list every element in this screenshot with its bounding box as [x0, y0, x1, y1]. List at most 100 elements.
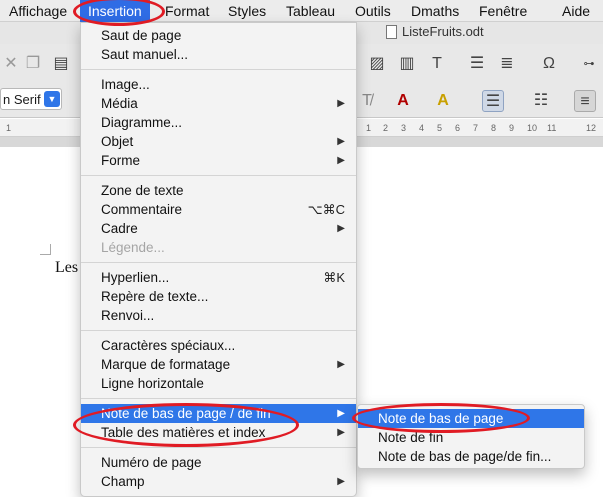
menu-item[interactable]: Table des matières et index ▶: [81, 423, 356, 442]
menu-separator: [81, 262, 356, 263]
menu-item-shortcut: ⌘K: [323, 270, 345, 285]
chevron-right-icon: ▶: [337, 359, 345, 370]
bullet-list-icon[interactable]: ☰: [482, 90, 504, 112]
menu-item-label: Média: [101, 96, 138, 111]
ruler-tick: 5: [437, 123, 443, 133]
menu-affichage[interactable]: Affichage: [9, 0, 67, 22]
menu-item-label: Objet: [101, 134, 134, 149]
numbered-list-icon[interactable]: ☷: [530, 90, 552, 112]
insert-field-icon[interactable]: ≣: [496, 53, 518, 75]
footnote-submenu: Note de bas de page Note de fin Note de ba…: [357, 404, 585, 469]
menu-item-label: Marque de formatage: [101, 357, 231, 372]
menu-outils[interactable]: Outils: [355, 0, 391, 22]
ruler-tick: 12: [586, 123, 597, 133]
ruler-tick: 11: [547, 123, 557, 133]
menu-item[interactable]: Média ▶: [81, 94, 356, 113]
align-left-icon[interactable]: ≡: [574, 90, 596, 112]
chevron-right-icon: ▶: [337, 98, 345, 109]
hyperlink-icon[interactable]: ⊶: [578, 53, 600, 75]
menu-item-label: Repère de texte...: [101, 289, 209, 304]
menu-item-label: Image...: [101, 77, 150, 92]
menu-item[interactable]: Renvoi...: [81, 306, 356, 325]
chevron-down-icon[interactable]: ▼: [44, 91, 60, 107]
menu-item[interactable]: Ligne horizontale: [81, 374, 356, 393]
insert-image-icon[interactable]: ▨: [366, 53, 388, 75]
menu-item[interactable]: Cadre ▶: [81, 219, 356, 238]
submenu-item[interactable]: Note de bas de page/de fin...: [358, 447, 584, 466]
chevron-right-icon: ▶: [337, 223, 345, 234]
menu-item-label: Note de bas de page / de fin: [101, 406, 271, 421]
document-body-text[interactable]: Les: [55, 259, 78, 277]
menu-item[interactable]: Caractères spéciaux...: [81, 336, 356, 355]
highlight-color-icon[interactable]: A: [432, 90, 454, 112]
menu-separator: [81, 398, 356, 399]
menu-separator: [81, 69, 356, 70]
cut-icon[interactable]: ✕: [0, 53, 22, 75]
ruler-tick: 3: [401, 123, 407, 133]
menu-item[interactable]: Forme ▶: [81, 151, 356, 170]
menu-item[interactable]: Objet ▶: [81, 132, 356, 151]
menu-format[interactable]: Format: [165, 0, 209, 22]
insert-menu: Saut de page Saut manuel... Image... Média ▶…: [80, 22, 357, 497]
chevron-right-icon: ▶: [337, 155, 345, 166]
menu-item: Légende...: [81, 238, 356, 257]
menu-separator: [81, 447, 356, 448]
menu-item-label: Forme: [101, 153, 141, 168]
ruler-tick: 7: [473, 123, 479, 133]
chevron-right-icon: ▶: [337, 427, 345, 438]
menu-item-shortcut: ⌥⌘C: [307, 202, 345, 217]
ruler-tick: 10: [527, 123, 538, 133]
ruler-tick: 8: [491, 123, 497, 133]
menu-item[interactable]: Champ ▶: [81, 472, 356, 491]
menu-item[interactable]: Diagramme...: [81, 113, 356, 132]
chevron-right-icon: ▶: [337, 408, 345, 419]
document-icon: [386, 25, 397, 39]
menu-styles[interactable]: Styles: [228, 0, 266, 22]
menu-dmaths[interactable]: Dmaths: [411, 0, 459, 22]
menu-item[interactable]: Image...: [81, 75, 356, 94]
paste-icon[interactable]: ▤: [50, 53, 72, 75]
submenu-item-label: Note de bas de page: [378, 411, 504, 426]
menu-item-label: Cadre: [101, 221, 138, 236]
submenu-item[interactable]: Note de fin: [358, 428, 584, 447]
menu-item[interactable]: Repère de texte...: [81, 287, 356, 306]
copy-icon[interactable]: ❐: [22, 53, 44, 75]
insert-chart-icon[interactable]: ▥: [396, 53, 418, 75]
font-color-icon[interactable]: A: [392, 90, 414, 112]
menu-item[interactable]: Marque de formatage ▶: [81, 355, 356, 374]
menu-item-label: Zone de texte: [101, 183, 184, 198]
menu-item-label: Ligne horizontale: [101, 376, 204, 391]
menu-item-label: Caractères spéciaux...: [101, 338, 236, 353]
menu-item-label: Numéro de page: [101, 455, 202, 470]
menu-item[interactable]: Hyperlien... ⌘K: [81, 268, 356, 287]
menu-item-label: Renvoi...: [101, 308, 155, 323]
menu-insertion[interactable]: Insertion: [80, 0, 150, 22]
menu-aide[interactable]: Aide: [562, 0, 590, 22]
menu-separator: [81, 330, 356, 331]
menu-item[interactable]: Zone de texte: [81, 181, 356, 200]
chevron-right-icon: ▶: [337, 136, 345, 147]
menu-item[interactable]: Note de bas de page / de fin ▶: [81, 404, 356, 423]
menu-item-label: Champ: [101, 474, 145, 489]
page-break-icon[interactable]: ☰: [466, 53, 488, 75]
font-name-box[interactable]: n Serif ▼: [0, 88, 62, 110]
menu-fenetre[interactable]: Fenêtre: [479, 0, 527, 22]
clear-format-icon[interactable]: T̸: [356, 90, 378, 112]
font-name-value: n Serif: [3, 92, 41, 107]
submenu-item-label: Note de bas de page/de fin...: [378, 449, 552, 464]
submenu-item[interactable]: Note de bas de page: [358, 409, 584, 428]
submenu-item-label: Note de fin: [378, 430, 444, 445]
menu-item[interactable]: Numéro de page: [81, 453, 356, 472]
menu-item[interactable]: Commentaire ⌥⌘C: [81, 200, 356, 219]
special-character-icon[interactable]: Ω: [538, 53, 560, 75]
menu-bar: Affichage Insertion Format Styles Tablea…: [0, 0, 603, 22]
ruler-tick: 2: [383, 123, 389, 133]
ruler-tick: 1: [6, 123, 12, 133]
menu-separator: [81, 175, 356, 176]
menu-item[interactable]: Saut manuel...: [81, 45, 356, 64]
menu-item[interactable]: Saut de page: [81, 26, 356, 45]
menu-item-label: Légende...: [101, 240, 165, 255]
menu-tableau[interactable]: Tableau: [286, 0, 335, 22]
insert-textbox-icon[interactable]: T: [426, 53, 448, 75]
ruler-tick: 9: [509, 123, 515, 133]
